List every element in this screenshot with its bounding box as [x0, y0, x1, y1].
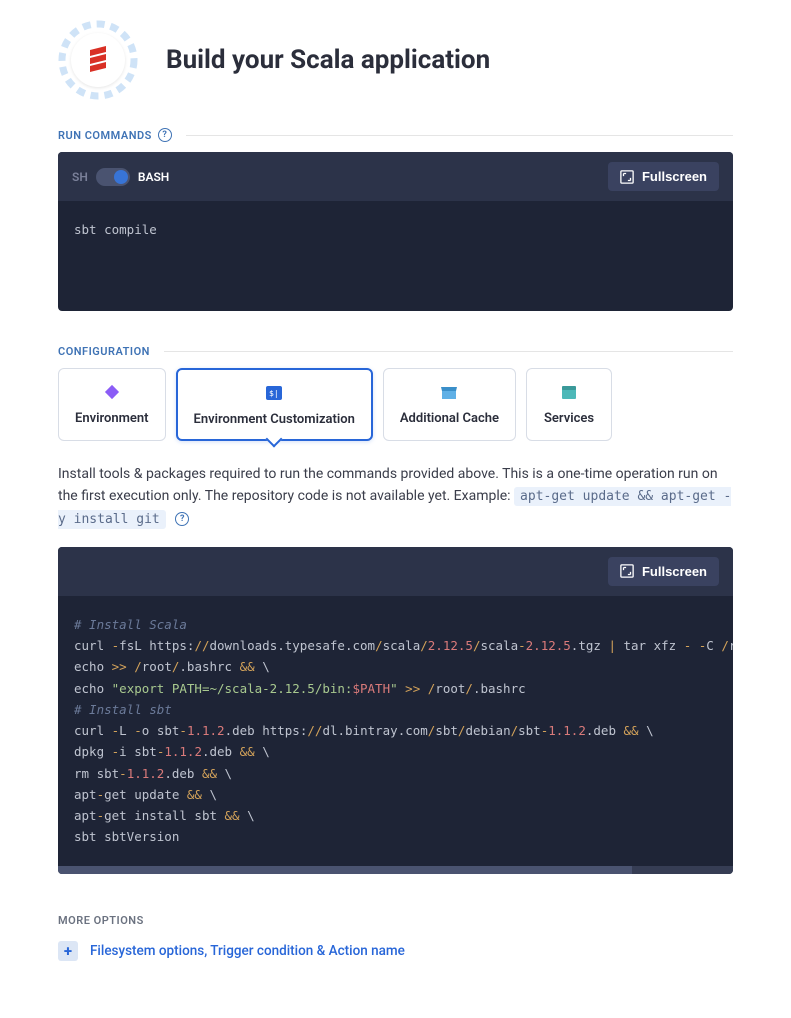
customization-content[interactable]: # Install Scala curl -fsL https://downlo…	[58, 596, 733, 866]
fullscreen-button[interactable]: Fullscreen	[608, 557, 719, 586]
sh-label: SH	[72, 170, 88, 184]
tab-label: Additional Cache	[400, 411, 499, 426]
page-header: Build your Scala application	[58, 20, 733, 100]
scrollbar-thumb[interactable]	[58, 866, 632, 874]
configuration-description: Install tools & packages required to run…	[58, 463, 733, 531]
code-comment: # Install sbt	[74, 702, 172, 717]
tab-environment-customization[interactable]: $| Environment Customization	[176, 368, 373, 441]
bash-label: BASH	[138, 170, 169, 184]
tab-additional-cache[interactable]: Additional Cache	[383, 368, 516, 441]
more-options-section-label: MORE OPTIONS	[58, 914, 733, 927]
fullscreen-button[interactable]: Fullscreen	[608, 162, 719, 191]
configuration-tabs: Environment $| Environment Customization…	[58, 368, 733, 441]
code-comment: # Install Scala	[74, 617, 187, 632]
configuration-section-label: CONFIGURATION	[58, 345, 733, 358]
diamond-icon	[103, 383, 121, 401]
fullscreen-label: Fullscreen	[642, 169, 707, 184]
plus-icon[interactable]: +	[58, 941, 78, 961]
shell-toggle-group: SH BASH	[72, 168, 169, 186]
horizontal-scrollbar[interactable]	[58, 866, 733, 874]
store-icon	[440, 383, 458, 401]
terminal-icon: $|	[265, 384, 283, 402]
customization-editor: Fullscreen # Install Scala curl -fsL htt…	[58, 547, 733, 874]
customization-toolbar: Fullscreen	[58, 547, 733, 596]
more-options-row: + Filesystem options, Trigger condition …	[58, 941, 733, 961]
tab-label: Services	[544, 411, 594, 426]
tab-label: Environment Customization	[194, 412, 355, 427]
toggle-knob	[114, 170, 128, 184]
run-commands-editor: SH BASH Fullscreen sbt compile	[58, 152, 733, 311]
run-commands-toolbar: SH BASH Fullscreen	[58, 152, 733, 201]
scala-icon	[87, 46, 109, 74]
more-options-link[interactable]: Filesystem options, Trigger condition & …	[90, 943, 405, 959]
help-icon[interactable]: ?	[175, 512, 189, 526]
page-title: Build your Scala application	[166, 45, 490, 75]
configuration-label-text: CONFIGURATION	[58, 345, 150, 358]
tab-environment[interactable]: Environment	[58, 368, 166, 441]
fullscreen-label: Fullscreen	[642, 564, 707, 579]
tab-label: Environment	[75, 411, 149, 426]
box-icon	[560, 383, 578, 401]
tab-services[interactable]: Services	[526, 368, 612, 441]
fullscreen-icon	[620, 170, 634, 184]
scala-logo-badge	[58, 20, 138, 100]
help-icon[interactable]: ?	[158, 128, 172, 142]
svg-text:$|: $|	[269, 389, 279, 398]
shell-toggle-switch[interactable]	[96, 168, 130, 186]
run-commands-label-text: RUN COMMANDS	[58, 129, 152, 142]
run-commands-content[interactable]: sbt compile	[58, 201, 733, 311]
fullscreen-icon	[620, 564, 634, 578]
run-commands-section-label: RUN COMMANDS ?	[58, 128, 733, 142]
